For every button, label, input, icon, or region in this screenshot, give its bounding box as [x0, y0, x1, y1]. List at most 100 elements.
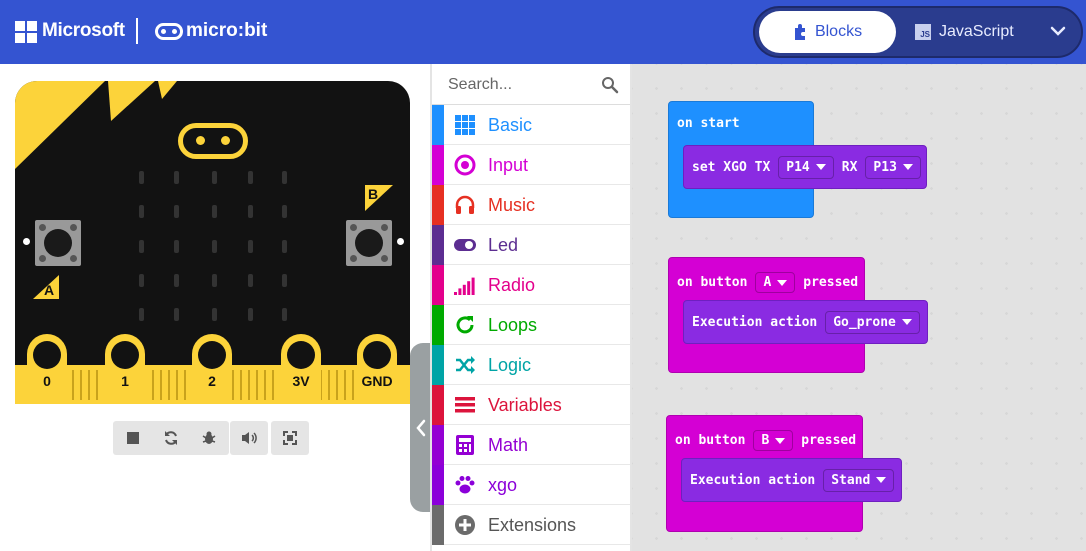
- category-color-bar: [432, 145, 444, 185]
- led: [248, 205, 253, 218]
- execution-action-block-a[interactable]: Execution action Go_prone: [683, 300, 928, 344]
- pin-0[interactable]: [27, 334, 67, 404]
- led: [282, 240, 287, 253]
- tx-pin-dropdown[interactable]: P14: [778, 155, 834, 179]
- lines-icon: [454, 394, 476, 416]
- toolbox-category-input[interactable]: Input: [432, 145, 630, 185]
- toolbox-category-led[interactable]: Led: [432, 225, 630, 265]
- category-label: Basic: [488, 115, 533, 135]
- category-label: Input: [488, 155, 529, 175]
- category-label: Music: [488, 195, 536, 215]
- toolbox-category-extensions[interactable]: Extensions: [432, 505, 630, 545]
- toolbox-category-radio[interactable]: Radio: [432, 265, 630, 305]
- tx-pin-value: P14: [786, 159, 810, 175]
- pin-3v[interactable]: [281, 334, 321, 404]
- action-dropdown-a[interactable]: Go_prone: [825, 310, 920, 334]
- led: [139, 308, 144, 321]
- button-b-label: B: [368, 186, 379, 202]
- edge-stripe: [336, 370, 338, 400]
- stop-icon[interactable]: [114, 421, 152, 455]
- edge-stripe: [184, 370, 186, 400]
- chevron-down-icon[interactable]: [1045, 18, 1071, 44]
- touch-logo[interactable]: [178, 123, 248, 159]
- led: [282, 274, 287, 287]
- pin-1[interactable]: [105, 334, 145, 404]
- category-label: Logic: [488, 355, 532, 375]
- collapse-simulator-button[interactable]: [410, 343, 432, 512]
- execution-action-label: Execution action: [690, 472, 816, 488]
- tab-javascript[interactable]: JS JavaScript: [915, 11, 1045, 53]
- microsoft-brand[interactable]: Microsoft: [42, 20, 125, 42]
- edge-stripe: [72, 370, 74, 400]
- microbit-brand[interactable]: micro:bit: [186, 20, 267, 42]
- microsoft-logo-icon[interactable]: [15, 21, 37, 43]
- button-a-dropdown[interactable]: A: [755, 272, 796, 293]
- category-color-bar: [432, 225, 444, 265]
- set-xgo-serial-block[interactable]: set XGO TX P14 RX P13: [683, 145, 927, 189]
- rx-pin-dropdown[interactable]: P13: [865, 155, 921, 179]
- pin-0-label: 0: [43, 373, 51, 389]
- edge-stripe: [328, 370, 330, 400]
- action-dropdown-b[interactable]: Stand: [823, 468, 895, 492]
- led: [212, 240, 217, 253]
- led: [139, 171, 144, 184]
- led: [212, 171, 217, 184]
- pressed-label: pressed: [801, 433, 857, 448]
- calculator-icon: [454, 434, 476, 456]
- tab-javascript-label: JavaScript: [939, 23, 1014, 40]
- toolbox-category-loops[interactable]: Loops: [432, 305, 630, 345]
- toolbox-category-basic[interactable]: Basic: [432, 105, 630, 145]
- pressed-label: pressed: [803, 275, 859, 290]
- toggle-icon: [454, 234, 476, 256]
- toolbox-category-variables[interactable]: Variables: [432, 385, 630, 425]
- category-label: Extensions: [488, 515, 577, 535]
- led: [139, 205, 144, 218]
- tab-blocks[interactable]: Blocks: [759, 11, 896, 53]
- pin-2-label: 2: [208, 373, 216, 389]
- toolbox-category-logic[interactable]: Logic: [432, 345, 630, 385]
- edge-stripe: [272, 370, 274, 400]
- led: [174, 171, 179, 184]
- header-divider: [136, 18, 138, 44]
- action-value-b: Stand: [831, 472, 871, 488]
- toolbox-search[interactable]: Search...: [432, 64, 630, 105]
- sound-icon[interactable]: [230, 421, 268, 455]
- button-b-indicator: [397, 238, 404, 245]
- restart-icon[interactable]: [152, 421, 190, 455]
- pin-2[interactable]: [192, 334, 232, 404]
- rx-pin-value: P13: [873, 159, 897, 175]
- grid-icon: [454, 114, 476, 136]
- debug-icon[interactable]: [190, 421, 228, 455]
- pin-gnd[interactable]: [357, 334, 397, 404]
- led: [174, 274, 179, 287]
- target-icon: [454, 154, 476, 176]
- category-label: Math: [488, 435, 529, 455]
- toolbox-category-music[interactable]: Music: [432, 185, 630, 225]
- button-b-dropdown[interactable]: B: [753, 430, 794, 451]
- category-label: xgo: [488, 475, 518, 495]
- edge-stripe: [80, 370, 82, 400]
- edge-stripe: [248, 370, 250, 400]
- led: [248, 171, 253, 184]
- search-icon[interactable]: [601, 76, 619, 94]
- button-a[interactable]: [35, 220, 81, 266]
- execution-action-label: Execution action: [692, 314, 818, 330]
- toolbox-category-xgo[interactable]: xgo: [432, 465, 630, 505]
- microbit-logo-icon[interactable]: [155, 23, 183, 40]
- category-color-bar: [432, 465, 444, 505]
- led: [212, 308, 217, 321]
- button-a-label: A: [44, 282, 55, 298]
- fullscreen-control: [271, 421, 309, 455]
- search-input[interactable]: Search...: [448, 76, 512, 94]
- toolbox-category-math[interactable]: Math: [432, 425, 630, 465]
- dropdown-caret-icon: [901, 319, 912, 325]
- top-bar: Microsoft micro:bit Blocks JS JavaScript: [0, 0, 1086, 64]
- rx-label: RX: [841, 159, 858, 175]
- led: [174, 308, 179, 321]
- button-b-value: B: [761, 433, 770, 448]
- button-b[interactable]: [346, 220, 392, 266]
- execution-action-block-b[interactable]: Execution action Stand: [681, 458, 902, 502]
- category-label: Variables: [488, 395, 562, 415]
- fullscreen-icon[interactable]: [271, 421, 309, 455]
- dropdown-caret-icon: [777, 279, 788, 286]
